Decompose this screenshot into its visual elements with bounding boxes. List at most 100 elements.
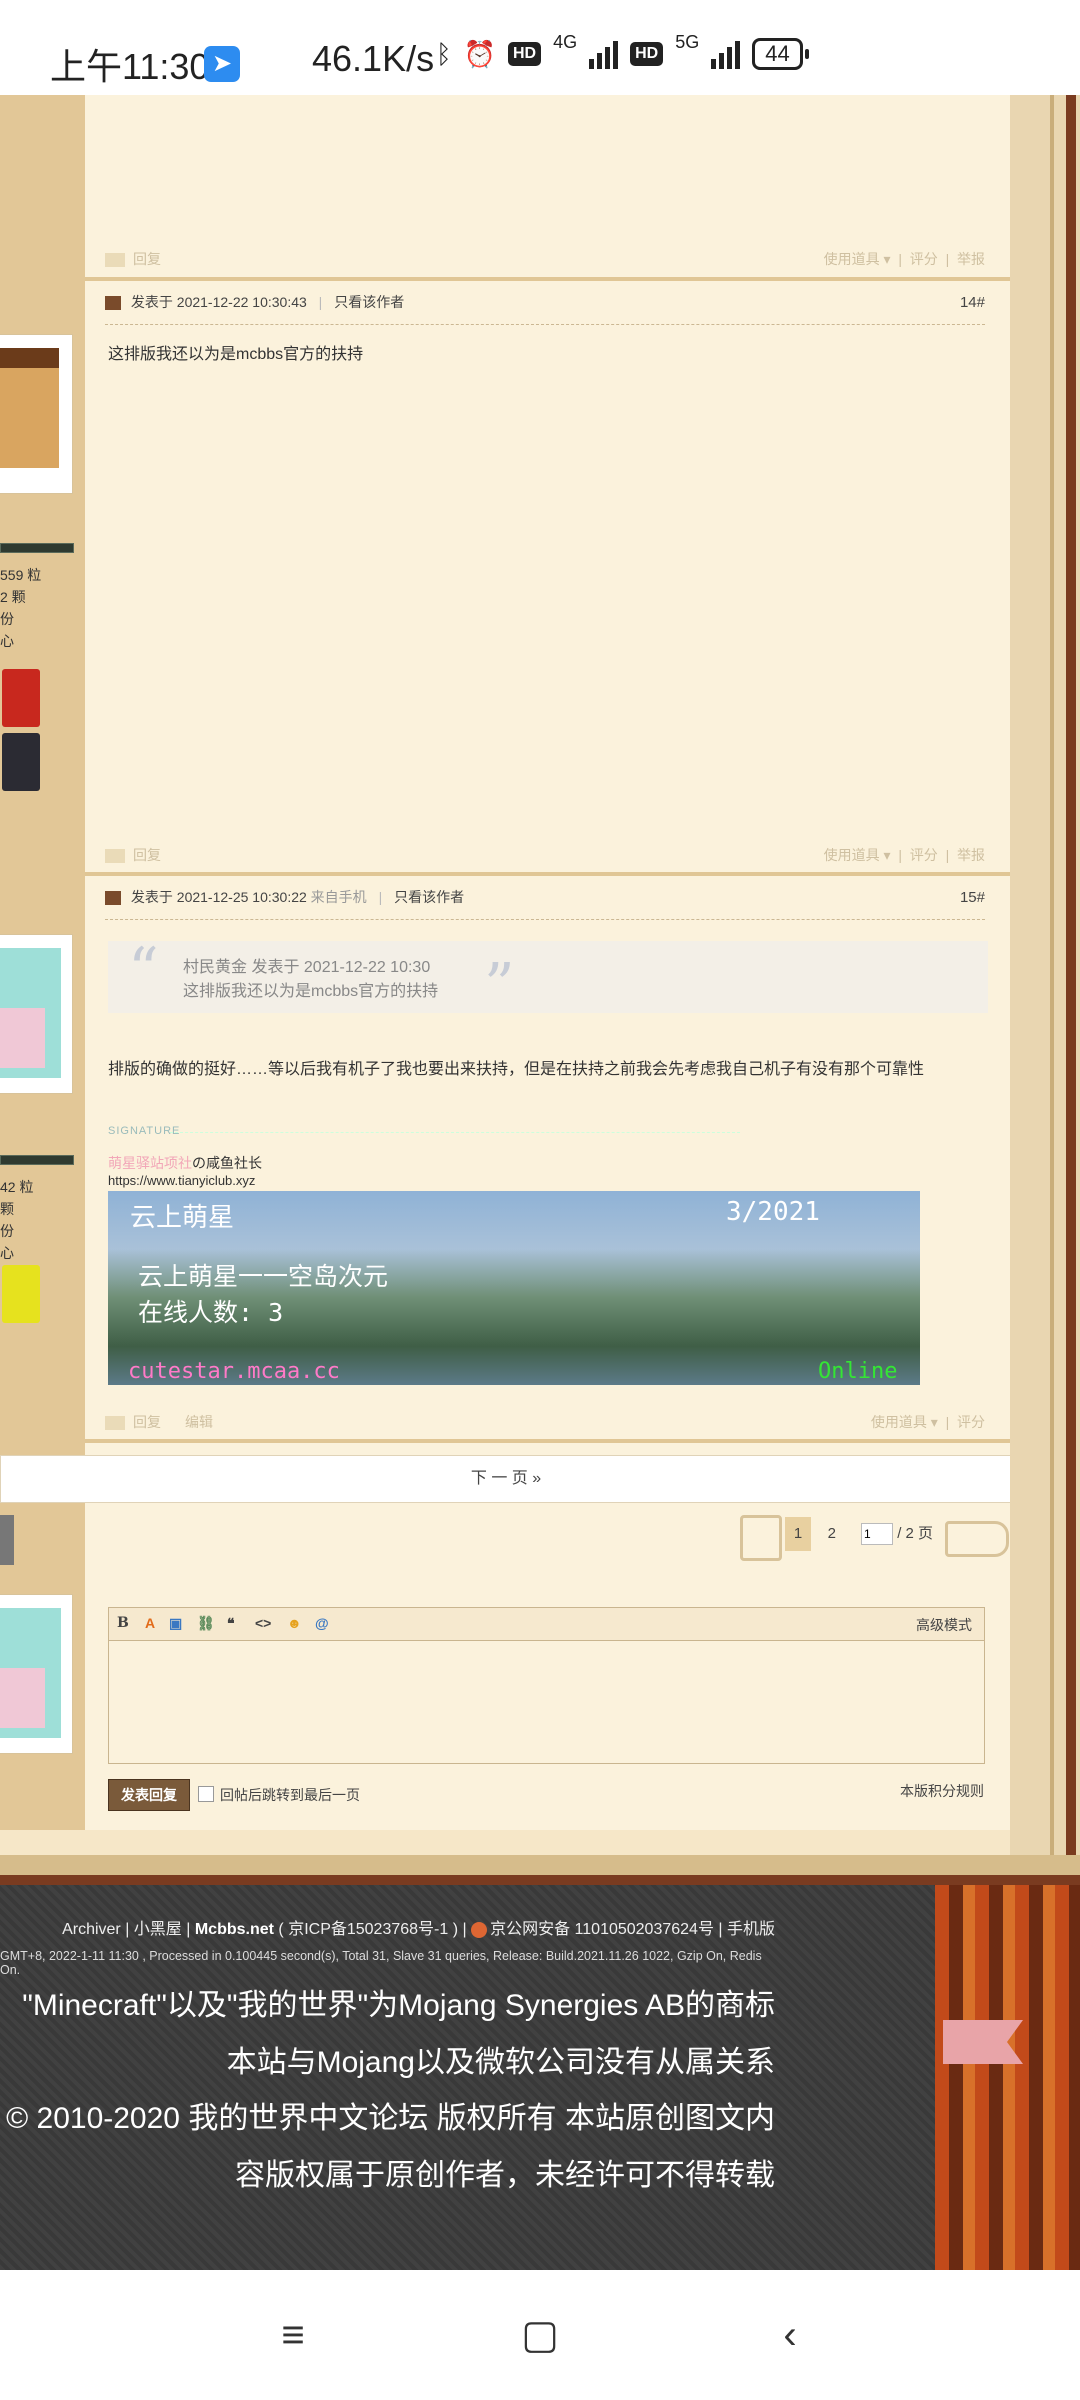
tools-menu[interactable]: 使用道具 ▾ xyxy=(824,847,891,863)
scroll-handle[interactable] xyxy=(0,1515,14,1565)
signature-text: の咸鱼社长 xyxy=(192,1155,262,1171)
police-badge-icon xyxy=(471,1921,488,1938)
page-2[interactable]: 2 xyxy=(828,1525,836,1542)
battery-icon: 44 xyxy=(752,38,810,70)
banner-status: Online xyxy=(818,1359,898,1384)
medal-java[interactable] xyxy=(2,669,40,727)
rate-link[interactable]: 评分 xyxy=(910,847,938,863)
report-link[interactable]: 举报 xyxy=(957,847,985,863)
alarm-icon: ⏰ xyxy=(463,38,496,69)
post-footer-15: 回复 编辑 使用道具 ▾ | 评分 xyxy=(105,1408,985,1438)
quote-block: “ 村民黄金 发表于 2021-12-22 10:30 这排版我还以为是mcbb… xyxy=(108,935,988,1021)
font-color-icon[interactable]: A xyxy=(145,1615,155,1631)
level-bar xyxy=(0,543,74,553)
banner-date: 3/2021 xyxy=(726,1197,820,1227)
banner-name: 云上萌星 xyxy=(130,1203,235,1233)
quote-icon[interactable]: ❝ xyxy=(227,1615,235,1632)
rate-link[interactable]: 评分 xyxy=(910,251,938,267)
footer-gmt: GMT+8, 2022-1-11 11:30 , Processed in 0.… xyxy=(0,1949,762,1977)
only-author-link[interactable]: 只看该作者 xyxy=(394,889,464,905)
home-icon[interactable]: ▢ xyxy=(515,2310,565,2360)
level-bar-2 xyxy=(0,1155,74,1165)
back-icon[interactable]: ‹ xyxy=(765,2310,815,2360)
image-icon[interactable]: ▣ xyxy=(169,1615,182,1632)
reply-button[interactable]: 回复 xyxy=(105,249,161,269)
stat-3: 份 xyxy=(0,611,14,627)
post-header-15: 发表于 2021-12-25 10:30:22 来自手机 | 只看该作者 15# xyxy=(105,887,985,920)
code-icon[interactable]: <> xyxy=(255,1615,271,1631)
post-divider xyxy=(85,277,1010,281)
hd-badge-2: HD xyxy=(630,42,664,66)
edit-button[interactable]: 编辑 xyxy=(185,1412,213,1432)
jump-label: 回帖后跳转到最后一页 xyxy=(220,1787,360,1803)
site-link[interactable]: Mcbbs.net xyxy=(195,1921,274,1938)
site-footer: Archiver | 小黑屋 | Mcbbs.net ( 京ICP备150237… xyxy=(0,1885,935,2270)
tools-menu[interactable]: 使用道具 ▾ xyxy=(871,1414,938,1430)
author-icon xyxy=(105,296,121,311)
jump-checkbox[interactable] xyxy=(198,1786,214,1802)
quote-close-icon: ” xyxy=(484,951,515,1021)
footer-line-1: "Minecraft"以及"我的世界"为Mojang Synergies AB的… xyxy=(22,1989,775,2022)
signature-url[interactable]: https://www.tianyiclub.xyz xyxy=(108,1173,255,1188)
return-icon[interactable] xyxy=(945,1521,1009,1557)
post-divider xyxy=(85,1439,1010,1443)
signal-icon-2 xyxy=(711,39,741,69)
footer-line-2: 本站与Mojang以及微软公司没有从属关系 xyxy=(226,2046,775,2079)
forum-thread: 559 粒 2 颗 份 心 42 粒 颗 份 心 回复 使用道具 ▾ | 评分 … xyxy=(0,95,1080,1885)
from-mobile: 来自手机 xyxy=(310,889,367,905)
editor-toolbar: B A ▣ ⛓ ❝ <> ☻ @ 高级模式 xyxy=(109,1608,984,1641)
quote-author: 村民黄金 发表于 2021-12-22 10:30 xyxy=(183,959,431,976)
medal-dark[interactable] xyxy=(2,733,40,791)
page-1[interactable]: 1 xyxy=(785,1517,811,1551)
mention-icon[interactable]: @ xyxy=(315,1615,329,1631)
network-speed: 46.1K/s xyxy=(312,38,435,79)
stat-8: 心 xyxy=(0,1245,14,1261)
link-icon[interactable]: ⛓ xyxy=(197,1615,215,1632)
menu-icon[interactable]: ≡ xyxy=(268,2310,318,2360)
page-bottom xyxy=(0,1855,1080,1875)
emoji-icon[interactable]: ☻ xyxy=(287,1615,302,1631)
icp-link[interactable]: ( 京ICP备15023768号-1 ) | xyxy=(274,1921,471,1938)
rules-link[interactable]: 本版积分规则 xyxy=(900,1781,984,1801)
bold-icon[interactable]: B xyxy=(117,1615,129,1631)
hd-badge: HD xyxy=(507,42,542,66)
author-icon xyxy=(105,891,121,906)
avatar-3[interactable] xyxy=(0,1595,72,1753)
stat-5: 42 粒 xyxy=(0,1179,34,1195)
tools-menu[interactable]: 使用道具 ▾ xyxy=(824,251,891,267)
stat-4: 心 xyxy=(0,633,14,649)
only-author-link[interactable]: 只看该作者 xyxy=(334,294,404,310)
signature-divider xyxy=(170,1132,740,1133)
page-input[interactable] xyxy=(861,1523,894,1545)
reply-button[interactable]: 回复 xyxy=(105,1412,161,1432)
post-divider xyxy=(85,872,1010,876)
gongan-link[interactable]: 京公网安备 11010502037624号 | 手机版 xyxy=(490,1921,775,1938)
submit-reply-button[interactable]: 发表回复 xyxy=(108,1779,190,1811)
post-header-14: 发表于 2021-12-22 10:30:43 | 只看该作者 14# xyxy=(105,292,985,325)
rate-link[interactable]: 评分 xyxy=(957,1414,985,1430)
reply-textarea[interactable] xyxy=(109,1641,984,1763)
archiver-links[interactable]: Archiver | 小黑屋 | xyxy=(62,1921,195,1938)
floor-number[interactable]: 15# xyxy=(960,889,985,906)
signal-icon xyxy=(589,39,619,69)
back-to-top-icon[interactable] xyxy=(943,2020,1023,2064)
next-page-button[interactable]: 下 一 页 » xyxy=(0,1455,1012,1503)
bluetooth-icon: ᛒ xyxy=(436,38,452,69)
signature-line: 萌星驿站项社の咸鱼社长 xyxy=(108,1153,262,1173)
post-content: 这排版我还以为是mcbbs官方的扶持 xyxy=(108,346,364,363)
avatar-2[interactable] xyxy=(0,935,72,1093)
reply-button[interactable]: 回复 xyxy=(105,845,161,865)
avatar[interactable] xyxy=(0,335,72,493)
server-banner[interactable]: 云上萌星 3/2021 云上萌星一一空岛次元 在线人数: 3 cutestar.… xyxy=(108,1191,920,1385)
advanced-mode-link[interactable]: 高级模式 xyxy=(916,1615,972,1635)
banner-line1: 云上萌星一一空岛次元 xyxy=(138,1262,389,1291)
floor-number[interactable]: 14# xyxy=(960,294,985,311)
quote-open-icon: “ xyxy=(128,935,159,1005)
footer-line-4: 容版权属于原创作者，未经许可不得转载 xyxy=(235,2159,775,2192)
back-icon[interactable] xyxy=(740,1515,782,1561)
banner-line2: 在线人数: 3 xyxy=(138,1298,284,1327)
report-link[interactable]: 举报 xyxy=(957,251,985,267)
signature-link[interactable]: 萌星驿站项社 xyxy=(108,1155,192,1171)
page-total: / 2 页 xyxy=(897,1525,934,1542)
medal-pickaxe[interactable] xyxy=(2,1265,40,1323)
